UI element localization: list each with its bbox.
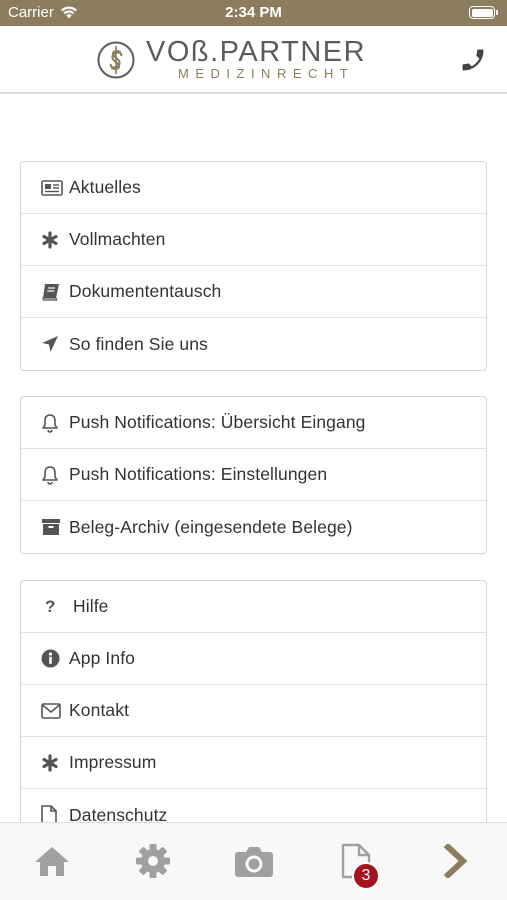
bell-icon <box>41 464 63 486</box>
status-bar: Carrier 2:34 PM <box>0 0 507 26</box>
menu-item-label: Datenschutz <box>69 804 168 823</box>
menu-item-push-settings[interactable]: Push Notifications: Einstellungen <box>21 449 486 501</box>
menu-item-label: Push Notifications: Einstellungen <box>69 464 328 484</box>
menu-item-label: So finden Sie uns <box>69 333 208 354</box>
menu-item-hilfe[interactable]: ? Hilfe <box>21 581 486 633</box>
tab-bar: 3 <box>0 822 507 900</box>
menu-item-dokumententausch[interactable]: Dokumententausch <box>21 266 486 318</box>
menu-item-label: Aktuelles <box>69 177 141 197</box>
envelope-icon <box>41 700 63 722</box>
location-arrow-icon <box>41 333 63 355</box>
menu-item-impressum[interactable]: Impressum <box>21 737 486 789</box>
menu-item-datenschutz[interactable]: Datenschutz <box>21 789 486 822</box>
menu-item-label: App Info <box>69 648 135 668</box>
phone-icon[interactable] <box>459 46 487 74</box>
menu-item-app-info[interactable]: App Info <box>21 633 486 685</box>
menu-item-vollmachten[interactable]: Vollmachten <box>21 214 486 266</box>
menu-item-push-overview[interactable]: Push Notifications: Übersicht Eingang <box>21 397 486 449</box>
menu-group-info: ? Hilfe App Info Kontakt Impressum Daten… <box>20 580 487 822</box>
asterisk-icon <box>41 752 63 774</box>
menu-content[interactable]: Aktuelles Vollmachten Dokumententausch S… <box>0 95 507 822</box>
status-time: 2:34 PM <box>225 4 282 21</box>
chevron-right-icon <box>443 844 468 878</box>
brand-subtitle: MEDIZINRECHT <box>178 66 355 81</box>
menu-item-so-finden-sie-uns[interactable]: So finden Sie uns <box>21 318 486 370</box>
question-icon: ? <box>45 596 56 616</box>
tab-camera[interactable] <box>234 841 274 881</box>
logo-emblem-icon <box>97 41 135 79</box>
file-icon <box>41 804 63 822</box>
tab-settings[interactable] <box>133 841 173 881</box>
gear-icon <box>136 844 170 878</box>
menu-group-notifications: Push Notifications: Übersicht Eingang Pu… <box>20 396 487 554</box>
brand-logo: VOß.PARTNER MEDIZINRECHT <box>96 38 366 82</box>
menu-item-kontakt[interactable]: Kontakt <box>21 685 486 737</box>
menu-item-label: Beleg-Archiv (eingesendete Belege) <box>69 516 353 537</box>
menu-item-label: Dokumententausch <box>69 281 222 301</box>
tab-home[interactable] <box>32 841 72 881</box>
home-icon <box>35 847 69 876</box>
tab-more[interactable] <box>436 841 476 881</box>
menu-item-label: Push Notifications: Übersicht Eingang <box>69 412 366 432</box>
bell-icon <box>41 412 63 434</box>
info-icon <box>41 648 63 670</box>
book-icon <box>41 281 63 303</box>
menu-item-aktuelles[interactable]: Aktuelles <box>21 162 486 214</box>
menu-item-label: Kontakt <box>69 700 130 720</box>
archive-icon <box>41 516 63 538</box>
menu-group-main: Aktuelles Vollmachten Dokumententausch S… <box>20 161 487 371</box>
menu-item-label: Vollmachten <box>69 229 166 249</box>
battery-icon <box>469 6 498 19</box>
newspaper-icon <box>41 177 63 199</box>
camera-icon <box>235 847 273 877</box>
menu-item-label: Hilfe <box>73 596 109 616</box>
menu-item-label: Impressum <box>69 752 157 772</box>
menu-item-beleg-archiv[interactable]: Beleg-Archiv (eingesendete Belege) <box>21 501 486 553</box>
brand-name: VOß.PARTNER <box>146 36 367 68</box>
app-header: VOß.PARTNER MEDIZINRECHT <box>0 26 507 94</box>
notification-badge: 3 <box>352 862 380 890</box>
asterisk-icon <box>41 229 63 251</box>
